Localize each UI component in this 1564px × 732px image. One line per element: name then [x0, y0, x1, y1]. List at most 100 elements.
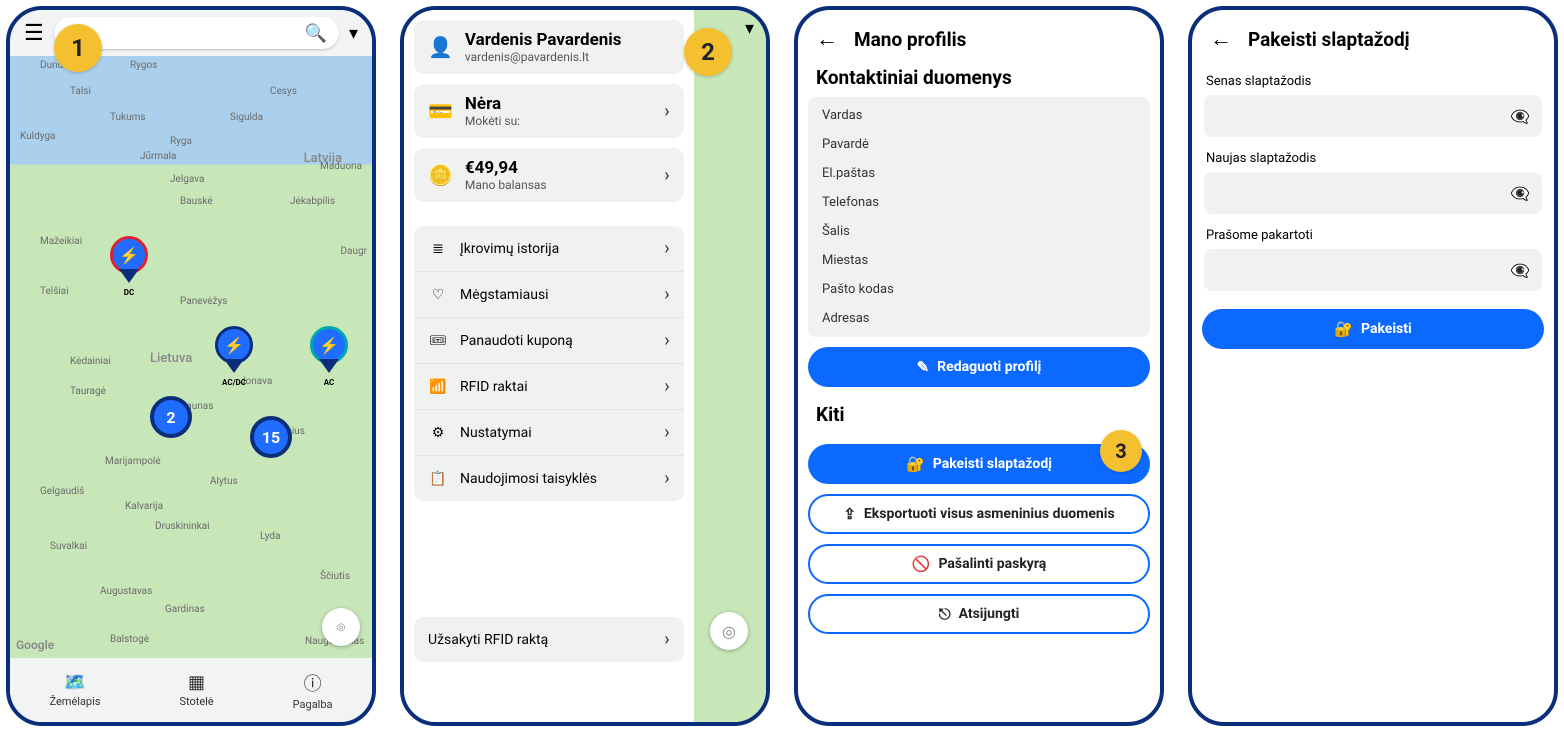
export-icon: ⇪ — [843, 505, 856, 523]
menu-terms[interactable]: 📋Naudojimosi taisyklės› — [414, 456, 684, 501]
new-password-label: Naujas slaptažodis — [1206, 151, 1540, 166]
terms-icon: 📋 — [428, 471, 448, 487]
chevron-right-icon: › — [664, 165, 669, 186]
chevron-right-icon: › — [664, 330, 669, 351]
new-password-input[interactable]: 👁‍🗨 — [1204, 172, 1542, 214]
profile-name: Vardenis Pavardenis — [465, 30, 670, 50]
map-cluster[interactable]: 15 — [250, 416, 292, 458]
contact-fields: Vardas Pavardė El.paštas Telefonas Šalis… — [808, 97, 1150, 337]
logout-button[interactable]: ⎋ Atsijungti — [808, 594, 1150, 634]
drawer-order-rfid[interactable]: Užsakyti RFID raktą› — [414, 617, 684, 662]
other-heading: Kiti — [798, 397, 1160, 434]
card-icon: 💳 — [428, 99, 453, 123]
heart-icon: ♡ — [428, 287, 448, 303]
qr-icon: ▦ — [188, 672, 205, 693]
back-icon[interactable]: ← — [816, 26, 838, 52]
person-icon: 👤 — [428, 35, 453, 59]
contact-heading: Kontaktiniai duomenys — [798, 60, 1160, 97]
step-badge-1: 1 — [54, 24, 102, 72]
filter-icon[interactable]: ▾ — [349, 23, 358, 44]
eye-off-icon[interactable]: 👁‍🗨 — [1510, 107, 1530, 126]
bolt-icon — [119, 246, 139, 265]
repeat-password-field[interactable] — [1216, 262, 1510, 278]
old-password-input[interactable]: 👁‍🗨 — [1204, 95, 1542, 137]
map-attribution: Google — [16, 638, 54, 652]
map-pin-dc[interactable]: DC — [110, 236, 148, 274]
eye-off-icon[interactable]: 👁‍🗨 — [1510, 184, 1530, 203]
menu-history[interactable]: ≣Įkrovimų istorija› — [414, 226, 684, 272]
nav-map[interactable]: 🗺️Žemėlapis — [49, 672, 100, 708]
step-badge-3: 3 — [1100, 430, 1142, 472]
logout-icon: ⎋ — [939, 605, 951, 623]
map-icon: 🗺️ — [64, 672, 86, 693]
map-pin-ac[interactable]: AC — [310, 326, 348, 364]
map[interactable]: Latvija Lietuva Dundaga Rygos Talsi Cesy… — [10, 56, 372, 658]
lock-person-icon: 🔐 — [1334, 320, 1353, 338]
field-city[interactable]: Miestas — [808, 246, 1150, 275]
menu-icon[interactable]: ☰ — [24, 21, 44, 46]
field-address[interactable]: Adresas — [808, 304, 1150, 333]
coins-icon: 🪙 — [428, 163, 453, 187]
coupon-icon: 🎟 — [428, 333, 448, 349]
repeat-password-input[interactable]: 👁‍🗨 — [1204, 249, 1542, 291]
nav-station[interactable]: ▦Stotelė — [179, 672, 213, 708]
map-pin-acdc[interactable]: AC/DC — [215, 326, 253, 364]
bolt-icon — [224, 336, 244, 355]
old-password-field[interactable] — [1216, 108, 1510, 124]
menu-settings[interactable]: ⚙Nustatymai› — [414, 410, 684, 456]
page-title: Pakeisti slaptažodį — [1248, 28, 1410, 51]
back-icon[interactable]: ← — [1210, 26, 1232, 52]
chevron-right-icon: › — [664, 284, 669, 305]
rfid-icon: 📶 — [428, 379, 448, 395]
phone-change-password-screen: ← Pakeisti slaptažodį Senas slaptažodis … — [1188, 6, 1558, 726]
new-password-field[interactable] — [1216, 185, 1510, 201]
chevron-right-icon: › — [664, 629, 669, 650]
menu-coupon[interactable]: 🎟Panaudoti kuponą› — [414, 318, 684, 364]
change-password-button[interactable]: 🔐 Pakeisti slaptažodį — [808, 444, 1150, 484]
info-icon: ⓘ — [304, 670, 322, 696]
drawer-menu: ≣Įkrovimų istorija› ♡Mėgstamiausi› 🎟Pana… — [414, 226, 684, 501]
nav-help[interactable]: ⓘPagalba — [293, 670, 333, 711]
search-icon: 🔍 — [305, 23, 327, 44]
edit-profile-button[interactable]: ✎ Redaguoti profilį — [808, 347, 1150, 387]
profile-email: vardenis@pavardenis.lt — [465, 50, 670, 64]
menu-favorites[interactable]: ♡Mėgstamiausi› — [414, 272, 684, 318]
export-data-button[interactable]: ⇪ Eksportuoti visus asmeninius duomenis — [808, 494, 1150, 534]
field-phone[interactable]: Telefonas — [808, 188, 1150, 217]
country-label: Lietuva — [150, 351, 192, 366]
chevron-right-icon: › — [664, 422, 669, 443]
history-icon: ≣ — [428, 241, 448, 257]
step-badge-2: 2 — [684, 28, 732, 76]
chevron-right-icon: › — [664, 238, 669, 259]
menu-rfid[interactable]: 📶RFID raktai› — [414, 364, 684, 410]
filter-icon[interactable]: ▾ — [745, 18, 754, 39]
delete-account-button[interactable]: 🚫 Pašalinti paskyrą — [808, 544, 1150, 584]
drawer-payment[interactable]: 💳 Nėra Mokėti su: › — [414, 84, 684, 138]
phone-profile-screen: ← Mano profilis Kontaktiniai duomenys Va… — [794, 6, 1164, 726]
chevron-right-icon: › — [664, 101, 669, 122]
chevron-right-icon: › — [664, 376, 669, 397]
bolt-icon — [319, 336, 339, 355]
old-password-label: Senas slaptažodis — [1206, 74, 1540, 89]
bottom-nav: 🗺️Žemėlapis ▦Stotelė ⓘPagalba — [10, 658, 372, 722]
header: ← Pakeisti slaptažodį — [1192, 10, 1554, 60]
submit-button[interactable]: 🔐 Pakeisti — [1202, 309, 1544, 349]
field-lastname[interactable]: Pavardė — [808, 130, 1150, 159]
field-country[interactable]: Šalis — [808, 217, 1150, 246]
locate-button[interactable]: ◎ — [710, 612, 748, 650]
field-email[interactable]: El.paštas — [808, 159, 1150, 188]
field-firstname[interactable]: Vardas — [808, 101, 1150, 130]
drawer-balance[interactable]: 🪙 €49,94 Mano balansas › — [414, 148, 684, 202]
drawer-profile[interactable]: 👤 Vardenis Pavardenis vardenis@pavardeni… — [414, 20, 684, 74]
side-drawer: 👤 Vardenis Pavardenis vardenis@pavardeni… — [404, 10, 694, 722]
locate-button[interactable]: ◎ — [322, 608, 360, 646]
field-postcode[interactable]: Pašto kodas — [808, 275, 1150, 304]
gear-icon: ⚙ — [428, 425, 448, 441]
eye-off-icon[interactable]: 👁‍🗨 — [1510, 261, 1530, 280]
header: ← Mano profilis — [798, 10, 1160, 60]
map-cluster[interactable]: 2 — [150, 396, 192, 438]
phone-map-screen: 1 ☰ 🔍 ▾ Latvija Lietuva Dundaga Rygos Ta… — [6, 6, 376, 726]
chevron-right-icon: › — [664, 468, 669, 489]
lock-person-icon: 🔐 — [906, 455, 925, 473]
page-title: Mano profilis — [854, 28, 966, 51]
